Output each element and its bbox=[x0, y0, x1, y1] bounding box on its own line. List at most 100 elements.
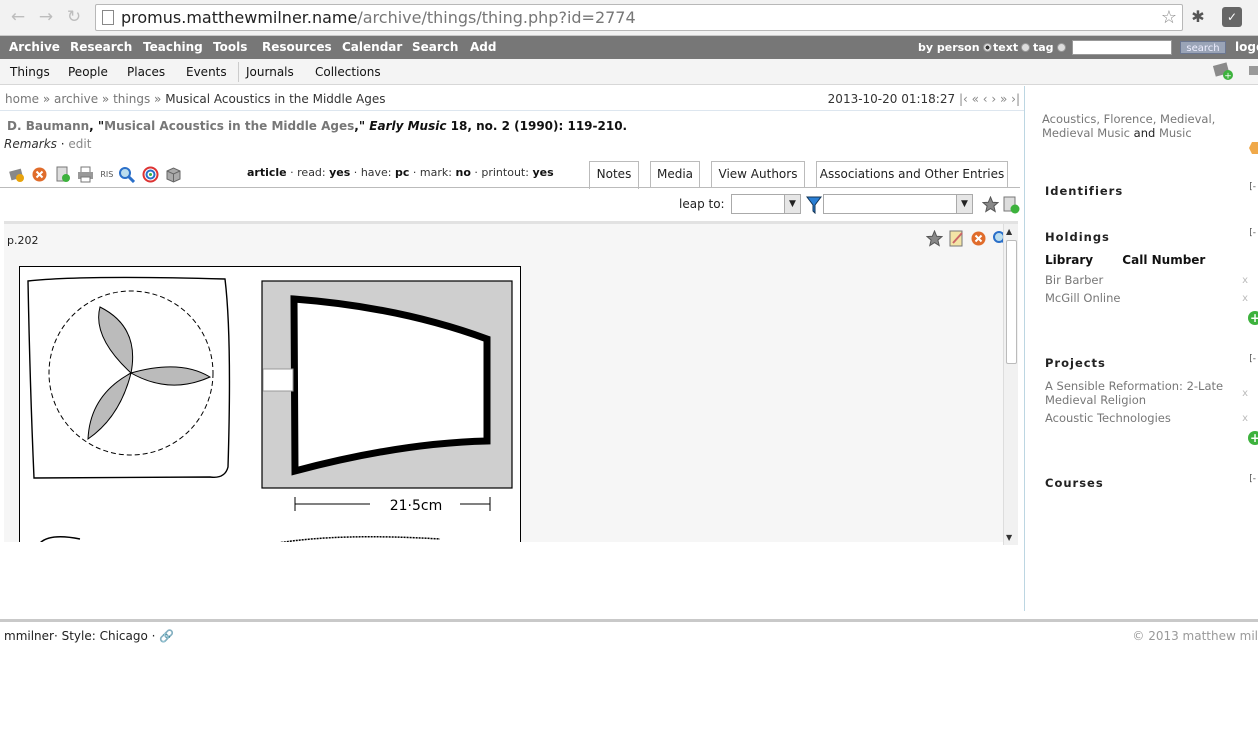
collapse-courses-toggle[interactable]: [- bbox=[1249, 474, 1256, 484]
right-sidebar: Acoustics, Florence, Medieval, Medieval … bbox=[1024, 86, 1258, 611]
sub-menu: Things People Places Events Journals Col… bbox=[0, 59, 1258, 85]
breadcrumb-things[interactable]: things bbox=[113, 92, 150, 106]
holding-item[interactable]: Bir Barber bbox=[1045, 273, 1235, 287]
submenu-journals[interactable]: Journals bbox=[246, 65, 294, 79]
bug-extension-icon[interactable]: ✱ bbox=[1188, 7, 1208, 27]
bookmark-star-icon[interactable]: ☆ bbox=[1161, 5, 1177, 30]
status-mark: no bbox=[455, 166, 471, 179]
add-note-icon[interactable] bbox=[54, 166, 71, 183]
print-icon[interactable] bbox=[1248, 63, 1258, 79]
collapse-projects-toggle[interactable]: [- bbox=[1249, 354, 1256, 364]
submenu-people[interactable]: People bbox=[68, 65, 108, 79]
ris-export-link[interactable]: RIS bbox=[100, 170, 113, 179]
tab-notes[interactable]: Notes bbox=[589, 161, 639, 189]
add-holding-icon[interactable]: + bbox=[1248, 311, 1258, 325]
leap-filter-select[interactable]: ▼ bbox=[823, 194, 973, 214]
note-scrollbar[interactable]: ▲ ▼ bbox=[1003, 224, 1018, 545]
radio-person[interactable] bbox=[982, 43, 992, 52]
tag-link[interactable]: Medieval bbox=[1160, 112, 1212, 126]
search-input[interactable] bbox=[1072, 40, 1172, 55]
submenu-things[interactable]: Things bbox=[10, 65, 50, 79]
menu-resources[interactable]: Resources bbox=[262, 40, 332, 54]
leap-page-select[interactable]: ▼ bbox=[731, 194, 801, 214]
remove-holding-icon[interactable]: x bbox=[1242, 293, 1248, 304]
menu-teaching[interactable]: Teaching bbox=[143, 40, 203, 54]
submenu-places[interactable]: Places bbox=[127, 65, 165, 79]
submenu-collections[interactable]: Collections bbox=[315, 65, 381, 79]
scroll-down-icon[interactable]: ▼ bbox=[1006, 533, 1012, 542]
tag-link[interactable]: Medieval Music bbox=[1042, 126, 1130, 140]
projects-heading: Projects bbox=[1045, 356, 1106, 370]
filter-funnel-icon[interactable] bbox=[806, 196, 822, 214]
footer-username[interactable]: mmilner bbox=[4, 629, 54, 643]
pager-links[interactable]: |‹ « ‹ › » ›| bbox=[959, 92, 1020, 106]
holding-item[interactable]: McGill Online bbox=[1045, 291, 1235, 305]
tab-associations[interactable]: Associations and Other Entries bbox=[816, 161, 1008, 188]
citation-author[interactable]: D. Baumann bbox=[7, 119, 89, 133]
delete-thing-icon[interactable] bbox=[31, 166, 48, 183]
page-icon bbox=[102, 10, 114, 25]
remarks-label: Remarks bbox=[4, 137, 57, 151]
note-figure: 21·5cm bbox=[19, 266, 521, 542]
breadcrumb-archive[interactable]: archive bbox=[54, 92, 98, 106]
search-opt-tag[interactable]: tag bbox=[1033, 41, 1066, 54]
tag-icon[interactable] bbox=[1249, 140, 1258, 158]
star-icon[interactable] bbox=[982, 196, 999, 213]
project-item[interactable]: A Sensible Reformation: 2-Late Medieval … bbox=[1045, 379, 1235, 407]
back-icon[interactable]: ← bbox=[8, 7, 28, 27]
add-thing-icon[interactable]: + bbox=[1213, 61, 1235, 81]
remove-holding-icon[interactable]: x bbox=[1242, 275, 1248, 286]
logout-link[interactable]: logo bbox=[1235, 40, 1258, 54]
search-opt-text[interactable]: text bbox=[993, 41, 1031, 54]
menu-research[interactable]: Research bbox=[70, 40, 132, 54]
tag-link[interactable]: Music bbox=[1159, 126, 1192, 140]
citation-title[interactable]: Musical Acoustics in the Middle Ages bbox=[104, 119, 354, 133]
search-button[interactable]: search bbox=[1180, 41, 1226, 54]
add-note-icon[interactable] bbox=[1002, 196, 1020, 214]
star-icon[interactable] bbox=[925, 229, 944, 247]
identifiers-heading: Identifiers bbox=[1045, 184, 1124, 198]
tag-link[interactable]: Florence bbox=[1104, 112, 1153, 126]
edit-note-icon[interactable] bbox=[948, 230, 965, 247]
footer-style[interactable]: Chicago bbox=[100, 629, 148, 643]
collapse-holdings-toggle[interactable]: [- bbox=[1249, 228, 1256, 238]
menu-add[interactable]: Add bbox=[470, 40, 496, 54]
search-magnifier-icon[interactable] bbox=[118, 166, 136, 183]
forward-icon[interactable]: → bbox=[36, 7, 56, 27]
add-project-icon[interactable]: + bbox=[1248, 431, 1258, 445]
figure-drawing: 21·5cm bbox=[27, 276, 513, 542]
breadcrumb-home[interactable]: home bbox=[5, 92, 39, 106]
radio-text[interactable] bbox=[1021, 43, 1031, 52]
edit-thing-icon[interactable] bbox=[8, 166, 25, 183]
library-column-header: Library bbox=[1045, 253, 1094, 267]
address-bar[interactable]: promus.matthewmilner.name/archive/things… bbox=[95, 4, 1183, 31]
remove-project-icon[interactable]: x bbox=[1242, 388, 1248, 399]
url-path: /archive/things/thing.php?id=2774 bbox=[357, 8, 636, 27]
scroll-thumb[interactable] bbox=[1006, 240, 1017, 364]
archive-box-icon[interactable] bbox=[165, 166, 182, 183]
tag-link[interactable]: Acoustics bbox=[1042, 112, 1096, 126]
search-opt-person[interactable]: by person bbox=[918, 41, 992, 54]
remove-project-icon[interactable]: x bbox=[1242, 413, 1248, 424]
link-icon[interactable]: 🔗 bbox=[159, 629, 174, 643]
project-item[interactable]: Acoustic Technologies bbox=[1045, 411, 1235, 425]
radio-tag[interactable] bbox=[1056, 43, 1066, 52]
menu-archive[interactable]: Archive bbox=[9, 40, 60, 54]
menu-search[interactable]: Search bbox=[412, 40, 458, 54]
printer-icon[interactable] bbox=[77, 166, 94, 183]
tab-media[interactable]: Media bbox=[650, 161, 700, 188]
reload-icon[interactable]: ↻ bbox=[64, 7, 84, 27]
footer-user-info: mmilner· Style: Chicago · 🔗 bbox=[4, 629, 175, 643]
menu-calendar[interactable]: Calendar bbox=[342, 40, 402, 54]
scroll-up-icon[interactable]: ▲ bbox=[1006, 227, 1012, 236]
delete-note-icon[interactable] bbox=[970, 230, 987, 247]
thing-status: article · read: yes · have: pc · mark: n… bbox=[247, 166, 554, 179]
pocket-extension-icon[interactable]: ✓ bbox=[1222, 7, 1242, 27]
remarks-edit-link[interactable]: edit bbox=[68, 137, 91, 151]
worldcat-icon[interactable] bbox=[142, 166, 159, 183]
collapse-identifiers-toggle[interactable]: [- bbox=[1249, 182, 1256, 192]
tab-view-authors[interactable]: View Authors bbox=[711, 161, 805, 188]
submenu-events[interactable]: Events bbox=[186, 65, 227, 79]
menu-tools[interactable]: Tools bbox=[213, 40, 247, 54]
tab-underline bbox=[0, 187, 1020, 188]
